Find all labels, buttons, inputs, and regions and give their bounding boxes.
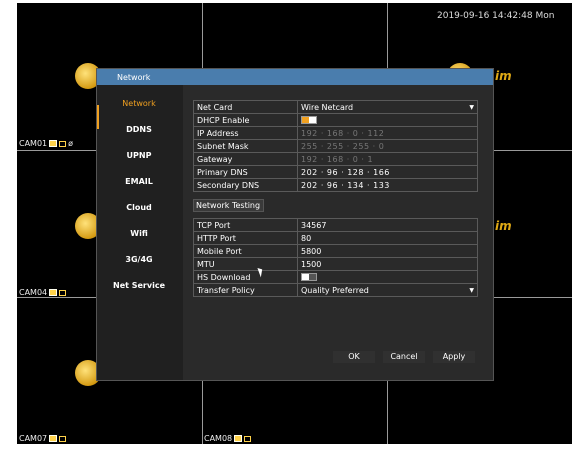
- network-settings-table: Net Card Wire Netcard ▼ DHCP Enable IP Ad…: [193, 100, 478, 192]
- gateway-field[interactable]: 192 · 168 · 0 · 1: [297, 152, 478, 166]
- gateway-label: Gateway: [193, 152, 298, 166]
- mobile-port-field[interactable]: 5800: [297, 244, 478, 258]
- dropdown-arrow-icon: ▼: [469, 103, 474, 111]
- nav-item-upnp[interactable]: UPNP: [97, 151, 181, 160]
- ok-button[interactable]: OK: [333, 351, 375, 363]
- camera-label[interactable]: CAM01 ø: [19, 139, 73, 148]
- record-icon: [234, 435, 243, 442]
- camera-icon: [59, 435, 67, 442]
- secondary-dns-field[interactable]: 202 · 96 · 134 · 133: [297, 178, 478, 192]
- ip-address-field[interactable]: 192 · 168 · 0 · 112: [297, 126, 478, 140]
- table-row: HS Download: [193, 270, 478, 284]
- transfer-policy-value: Quality Preferred: [301, 285, 369, 295]
- settings-content: Net Card Wire Netcard ▼ DHCP Enable IP Ad…: [183, 85, 493, 380]
- table-row: TCP Port 34567: [193, 218, 478, 232]
- camera-name: CAM04: [19, 288, 48, 297]
- hs-download-label: HS Download: [193, 270, 298, 284]
- nav-item-3g4g[interactable]: 3G/4G: [97, 255, 181, 264]
- dialog-title: Network: [97, 69, 493, 85]
- dropdown-arrow-icon: ▼: [469, 286, 474, 294]
- record-icon: [49, 289, 58, 296]
- subnet-mask-label: Subnet Mask: [193, 139, 298, 153]
- camera-extra: ø: [68, 139, 74, 148]
- camera-name: CAM08: [204, 434, 233, 443]
- table-row: Primary DNS 202 · 96 · 128 · 166: [193, 165, 478, 179]
- table-row: Gateway 192 · 168 · 0 · 1: [193, 152, 478, 166]
- table-row: Transfer Policy Quality Preferred ▼: [193, 283, 478, 297]
- table-row: Secondary DNS 202 · 96 · 134 · 133: [193, 178, 478, 192]
- network-dialog: Network Network DDNS UPNP EMAIL Cloud Wi…: [96, 68, 494, 381]
- record-icon: [49, 435, 58, 442]
- nav-item-network[interactable]: Network: [97, 99, 181, 108]
- mobile-port-label: Mobile Port: [193, 244, 298, 258]
- brand-logo-text: im: [495, 219, 512, 233]
- camera-label[interactable]: CAM04: [19, 288, 67, 297]
- dhcp-label: DHCP Enable: [193, 113, 298, 127]
- table-row: MTU 1500: [193, 257, 478, 271]
- primary-dns-field[interactable]: 202 · 96 · 128 · 166: [297, 165, 478, 179]
- primary-dns-label: Primary DNS: [193, 165, 298, 179]
- camera-name: CAM07: [19, 434, 48, 443]
- camera-label[interactable]: CAM08: [204, 434, 252, 443]
- http-port-label: HTTP Port: [193, 231, 298, 245]
- table-row: Net Card Wire Netcard ▼: [193, 100, 478, 114]
- camera-label[interactable]: CAM07: [19, 434, 67, 443]
- tcp-port-label: TCP Port: [193, 218, 298, 232]
- tcp-port-field[interactable]: 34567: [297, 218, 478, 232]
- mtu-label: MTU: [193, 257, 298, 271]
- port-settings-table: TCP Port 34567 HTTP Port 80 Mobile Port …: [193, 218, 478, 297]
- nav-item-cloud[interactable]: Cloud: [97, 203, 181, 212]
- nav-item-ddns[interactable]: DDNS: [97, 125, 181, 134]
- ip-label: IP Address: [193, 126, 298, 140]
- brand-logo-text: im: [495, 69, 512, 83]
- transfer-policy-label: Transfer Policy: [193, 283, 298, 297]
- cancel-button[interactable]: Cancel: [383, 351, 425, 363]
- table-row: Subnet Mask 255 · 255 · 255 · 0: [193, 139, 478, 153]
- system-clock: 2019-09-16 14:42:48 Mon: [437, 11, 555, 21]
- camera-icon: [59, 289, 67, 296]
- apply-button[interactable]: Apply: [433, 351, 475, 363]
- nav-item-wifi[interactable]: Wifi: [97, 229, 181, 238]
- camera-name: CAM01: [19, 139, 48, 148]
- table-row: IP Address 192 · 168 · 0 · 112: [193, 126, 478, 140]
- nav-item-email[interactable]: EMAIL: [97, 177, 181, 186]
- secondary-dns-label: Secondary DNS: [193, 178, 298, 192]
- nav-item-net-service[interactable]: Net Service: [97, 281, 181, 290]
- camera-icon: [59, 140, 67, 147]
- net-card-select[interactable]: Wire Netcard ▼: [297, 100, 478, 114]
- hs-download-toggle[interactable]: [301, 273, 317, 281]
- table-row: Mobile Port 5800: [193, 244, 478, 258]
- table-row: DHCP Enable: [193, 113, 478, 127]
- http-port-field[interactable]: 80: [297, 231, 478, 245]
- mtu-field[interactable]: 1500: [297, 257, 478, 271]
- record-icon: [49, 140, 58, 147]
- network-testing-button[interactable]: Network Testing: [193, 199, 264, 212]
- dhcp-toggle[interactable]: [301, 116, 317, 124]
- settings-sidebar: Network DDNS UPNP EMAIL Cloud Wifi 3G/4G…: [97, 85, 181, 380]
- table-row: HTTP Port 80: [193, 231, 478, 245]
- net-card-value: Wire Netcard: [301, 102, 354, 112]
- transfer-policy-select[interactable]: Quality Preferred ▼: [297, 283, 478, 297]
- net-card-label: Net Card: [193, 100, 298, 114]
- subnet-mask-field[interactable]: 255 · 255 · 255 · 0: [297, 139, 478, 153]
- camera-icon: [244, 435, 252, 442]
